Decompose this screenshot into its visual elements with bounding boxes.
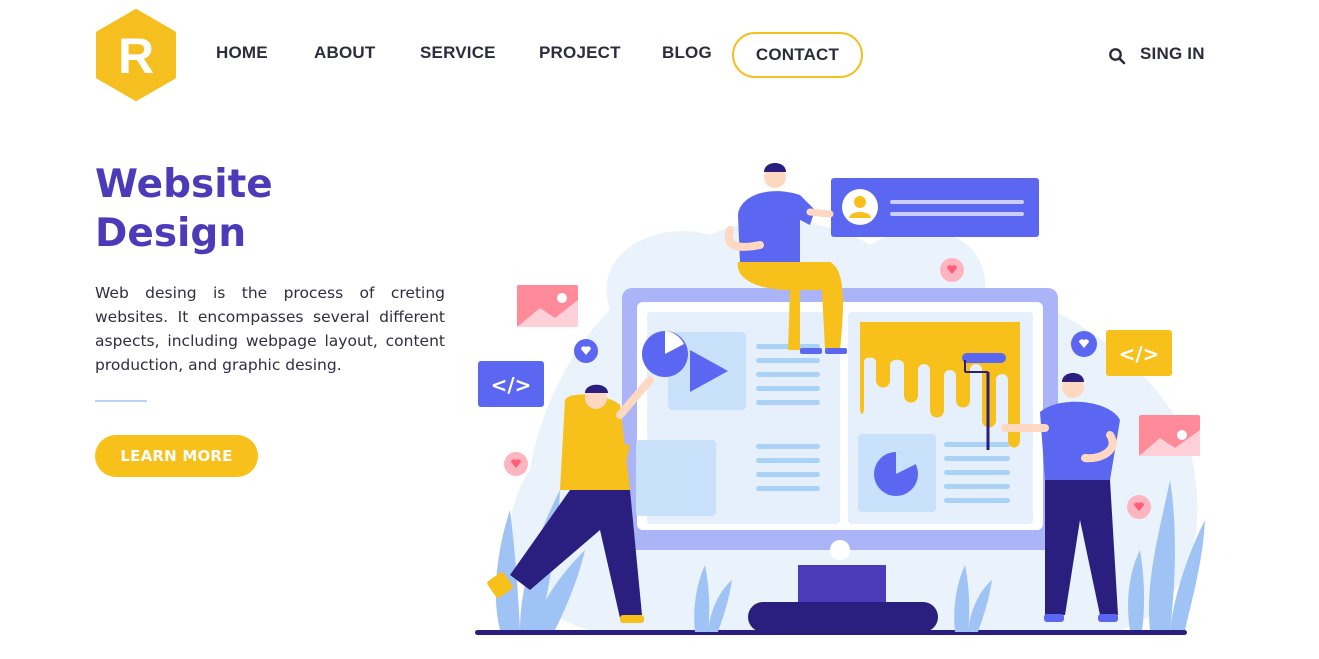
code-tag-right: </> xyxy=(1106,330,1172,376)
hero-description: Web desing is the process of creting web… xyxy=(95,284,445,374)
nav-about[interactable]: ABOUT xyxy=(314,43,375,63)
image-card-left xyxy=(517,285,578,327)
nav-blog[interactable]: BLOG xyxy=(662,43,712,63)
contact-label: CONTACT xyxy=(755,45,840,64)
page-title: Website Design xyxy=(95,160,455,258)
sign-in-link[interactable]: SING IN xyxy=(1140,44,1205,64)
search-icon[interactable] xyxy=(1108,47,1126,65)
learn-more-label: LEARN MORE xyxy=(120,447,233,465)
profile-card xyxy=(831,178,1039,237)
learn-more-button[interactable]: LEARN MORE xyxy=(95,435,258,477)
brand-logo[interactable]: R xyxy=(95,9,177,101)
nav-home[interactable]: HOME xyxy=(216,43,268,63)
web-design-illustration: </> </> xyxy=(475,163,1205,635)
contact-button[interactable]: CONTACT xyxy=(732,32,863,78)
image-card-right xyxy=(1139,415,1200,456)
logo-letter: R xyxy=(118,28,154,84)
title-line-1: Website xyxy=(95,162,273,207)
nav-service[interactable]: SERVICE xyxy=(420,43,496,63)
svg-text:</>: </> xyxy=(491,373,532,397)
title-line-2: Design xyxy=(95,211,247,256)
svg-text:</>: </> xyxy=(1119,342,1160,366)
code-tag-left: </> xyxy=(478,361,544,407)
divider xyxy=(95,400,147,402)
nav-project[interactable]: PROJECT xyxy=(539,43,621,63)
